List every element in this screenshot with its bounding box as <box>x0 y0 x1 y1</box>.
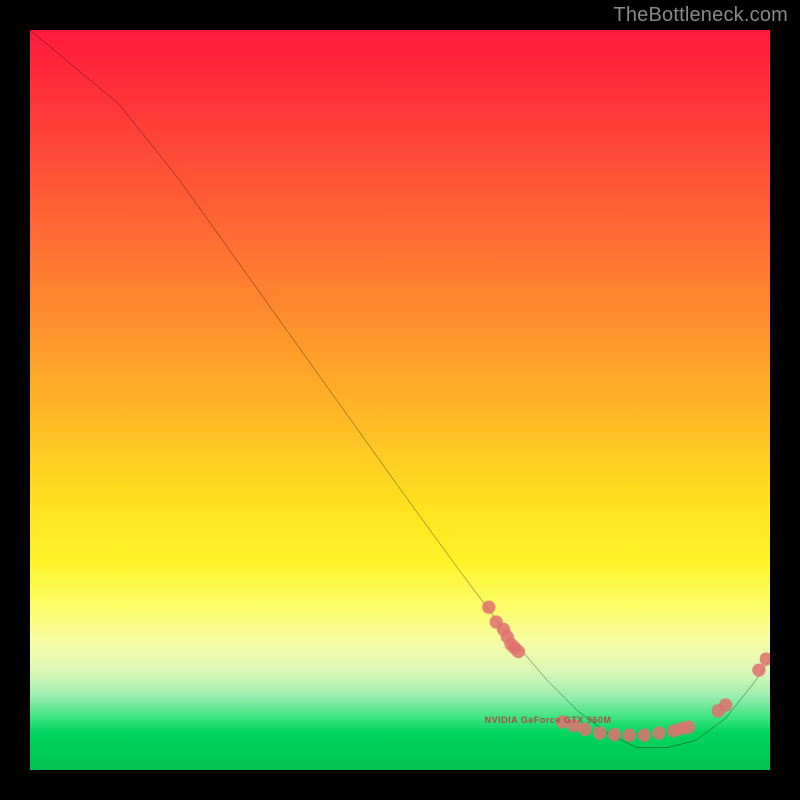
marker-dot <box>752 663 765 676</box>
chart-svg <box>30 30 770 770</box>
marker-dot <box>482 601 495 614</box>
watermark-text: TheBottleneck.com <box>613 4 788 27</box>
gpu-annotation: NVIDIA GeForce GTX 960M <box>485 715 612 725</box>
plot-area: NVIDIA GeForce GTX 960M <box>30 30 770 770</box>
bottleneck-curve <box>30 30 770 748</box>
marker-dot <box>638 729 651 742</box>
marker-dot <box>760 652 770 665</box>
marker-dot <box>652 726 665 739</box>
marker-dot <box>593 726 606 739</box>
chart-frame: TheBottleneck.com NVIDIA GeForce GTX 960… <box>0 0 800 800</box>
marker-dot <box>512 645 525 658</box>
marker-dot <box>608 728 621 741</box>
marker-dot <box>623 729 636 742</box>
marker-dot <box>682 720 695 733</box>
marker-dot <box>719 698 732 711</box>
